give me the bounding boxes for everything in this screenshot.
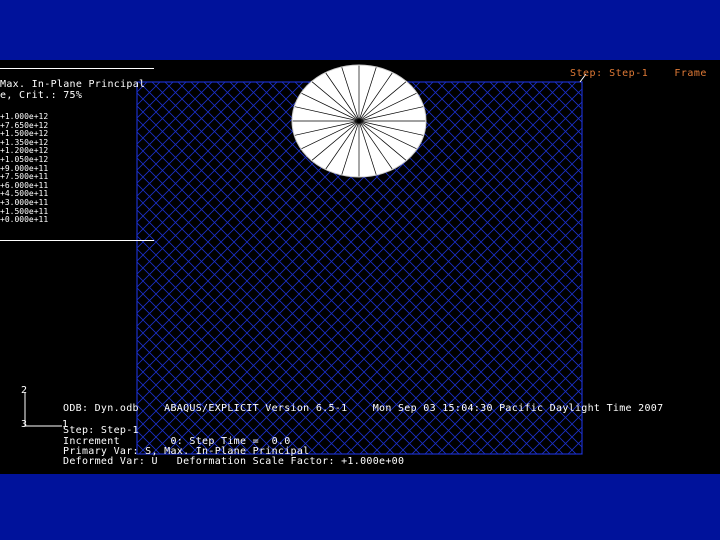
legend-bottom-rule: [0, 240, 154, 241]
viewport[interactable]: Max. In-Plane Principal e, Crit.: 75% +1…: [0, 60, 720, 474]
legend-top-rule: [0, 68, 154, 69]
odb-info-line: ODB: Dyn.odb ABAQUS/EXPLICIT Version 6.5…: [63, 403, 664, 414]
disk-center: [357, 119, 361, 123]
triad-axis-2: 2: [21, 385, 28, 396]
legend-value: +0.000e+11: [0, 215, 49, 225]
legend-title-2: e, Crit.: 75%: [0, 90, 83, 101]
step-frame-label: Step: Step-1 Frame: [570, 68, 707, 79]
step-info-line: Step: Step-1: [63, 425, 139, 436]
legend-title-1: Max. In-Plane Principal: [0, 79, 146, 90]
impactor-disk[interactable]: [291, 64, 427, 178]
triad-axis-3: 3: [21, 419, 28, 430]
legend-values: +1.000e+12 +7.650e+12 +1.500e+12 +1.350e+12…: [0, 112, 49, 225]
deformed-var-line: Deformed Var: U Deformation Scale Factor…: [63, 456, 405, 467]
